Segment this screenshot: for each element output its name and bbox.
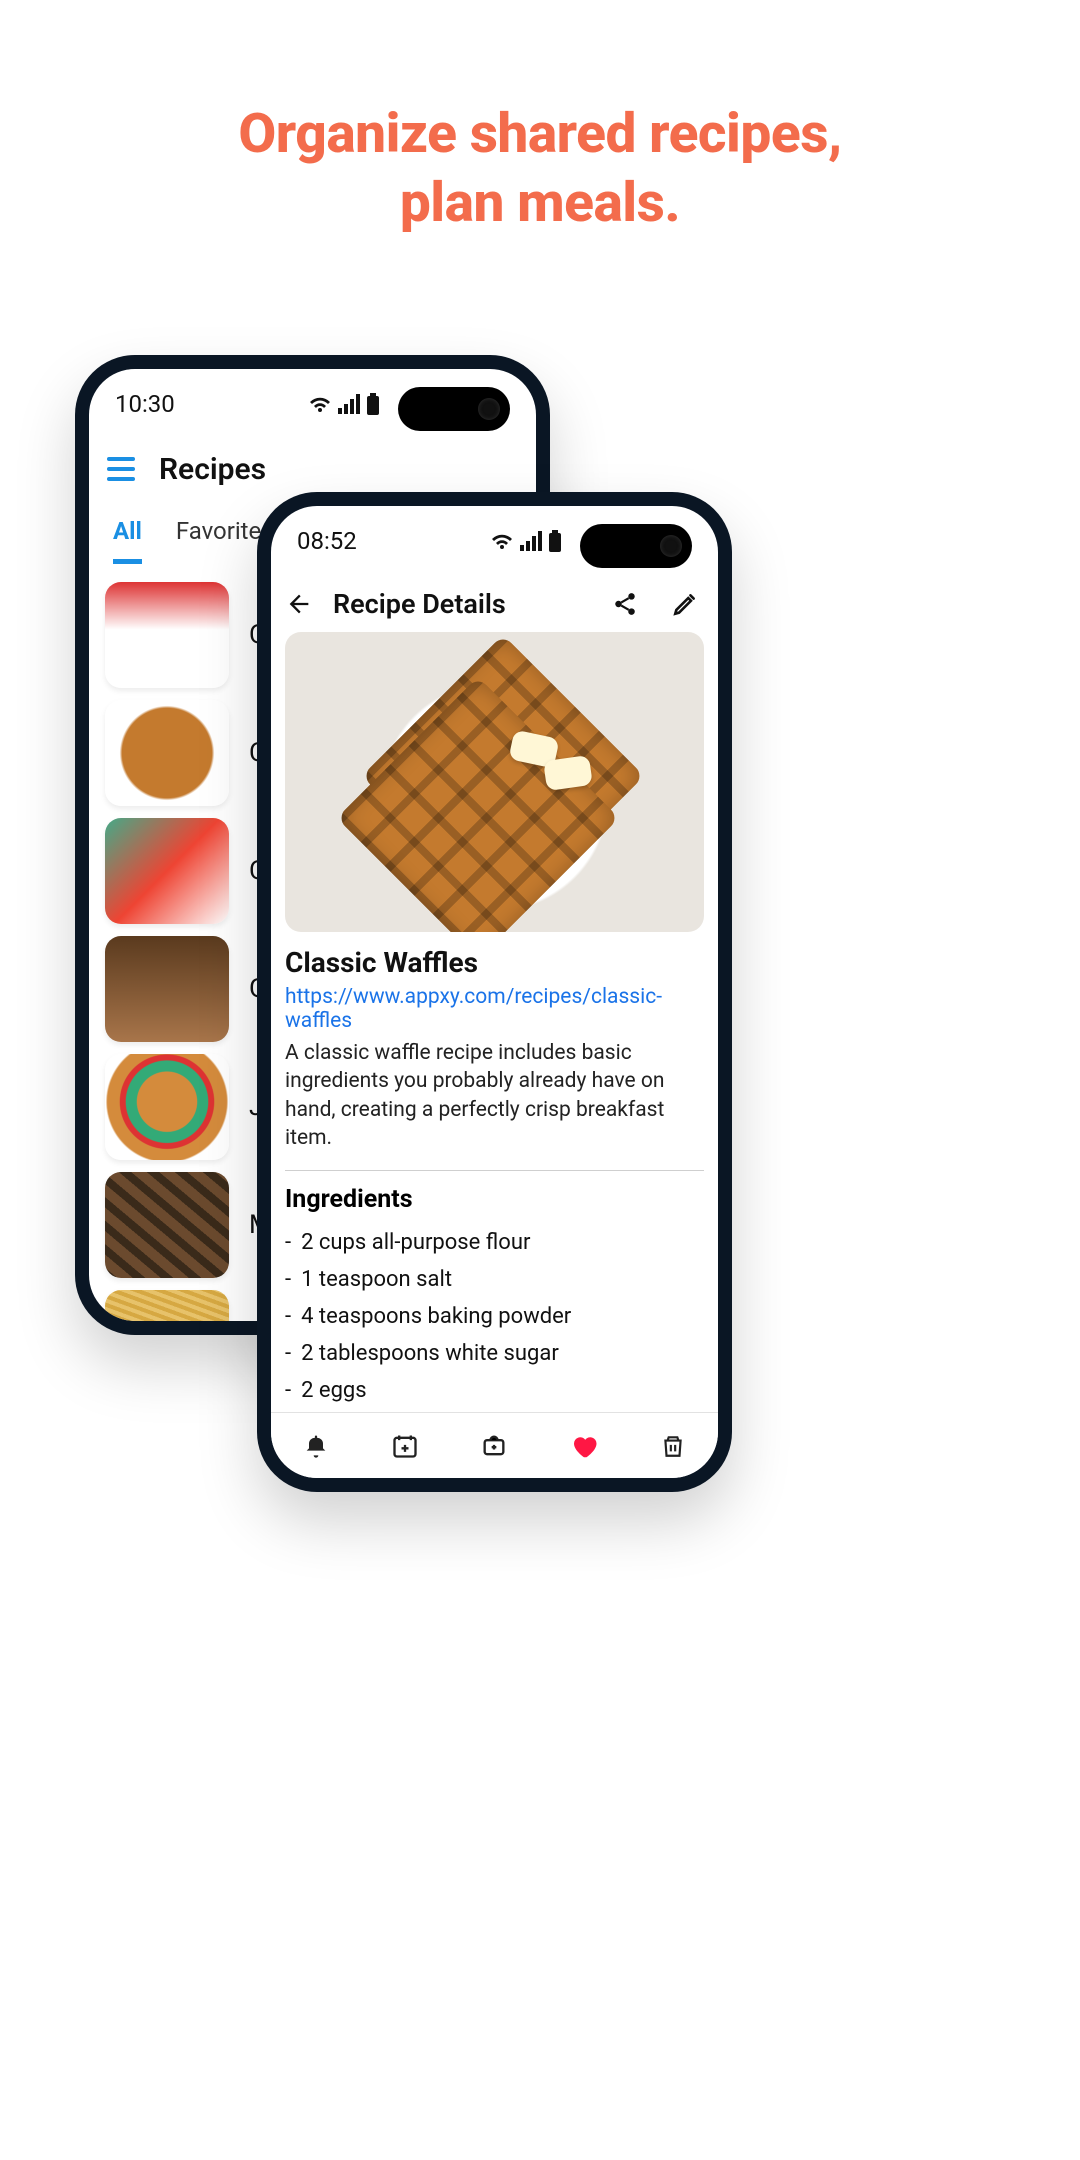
add-to-calendar-button[interactable] [387, 1428, 423, 1464]
recipe-hero-image [285, 632, 704, 932]
wifi-icon [308, 394, 332, 414]
ingredient-item: 2 eggs [285, 1372, 704, 1409]
recipe-thumb [105, 818, 229, 924]
hamburger-menu-icon[interactable] [101, 449, 141, 489]
recipe-description: A classic waffle recipe includes basic i… [285, 1039, 704, 1152]
signal-icon [338, 394, 360, 414]
edit-button[interactable] [668, 587, 702, 621]
recipe-thumb [105, 1290, 229, 1321]
status-time: 10:30 [115, 390, 175, 418]
arrow-left-icon [285, 590, 313, 618]
add-to-shopping-button[interactable] [476, 1428, 512, 1464]
trash-icon [660, 1433, 686, 1459]
recipe-thumb [105, 1172, 229, 1278]
share-button[interactable] [608, 587, 642, 621]
ingredient-item: 2 tablespoons white sugar [285, 1335, 704, 1372]
recipe-source-link[interactable]: https://www.appxy.com/recipes/classic-wa… [285, 985, 704, 1033]
page-title: Recipes [159, 452, 266, 487]
bell-icon [302, 1432, 330, 1460]
tab-all[interactable]: All [113, 517, 142, 564]
page-title: Recipe Details [333, 588, 594, 620]
back-button[interactable] [279, 584, 319, 624]
ingredient-item: 4 teaspoons baking powder [285, 1298, 704, 1335]
recipe-thumb [105, 1054, 229, 1160]
recipe-thumb [105, 700, 229, 806]
ingredient-item: 1 teaspoon salt [285, 1261, 704, 1298]
shopping-plus-icon [480, 1432, 508, 1460]
bottom-action-bar [271, 1412, 718, 1478]
wifi-icon [490, 531, 514, 551]
signal-icon [520, 531, 542, 551]
camera-cutout [398, 387, 510, 431]
recipe-thumb [105, 936, 229, 1042]
battery-icon [548, 530, 562, 552]
recipe-detail-body[interactable]: Classic Waffles https://www.appxy.com/re… [271, 632, 718, 1478]
delete-button[interactable] [655, 1428, 691, 1464]
divider [285, 1170, 704, 1171]
share-icon [612, 591, 638, 617]
ingredient-item: 2 cups all-purpose flour [285, 1224, 704, 1261]
phone-frame-recipe-detail: 08:52 Recipe Details [257, 492, 732, 1492]
calendar-plus-icon [391, 1432, 419, 1460]
recipe-title: Classic Waffles [285, 946, 704, 979]
reminder-button[interactable] [298, 1428, 334, 1464]
battery-icon [366, 393, 380, 415]
status-time: 08:52 [297, 527, 357, 555]
recipe-thumb [105, 582, 229, 688]
camera-cutout [580, 524, 692, 568]
promo-headline: Organize shared recipes,plan meals. [0, 0, 1080, 238]
heart-icon [569, 1431, 599, 1461]
ingredients-heading: Ingredients [285, 1185, 704, 1214]
favorite-button[interactable] [566, 1428, 602, 1464]
edit-icon [672, 591, 698, 617]
